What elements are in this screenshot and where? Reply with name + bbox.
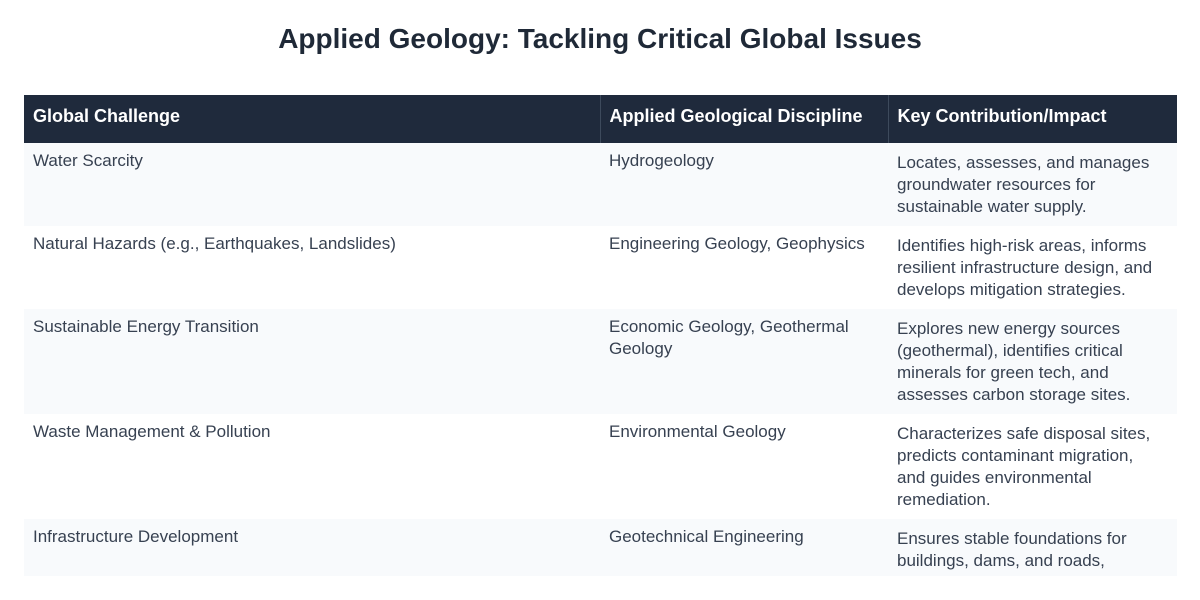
cell-challenge: Natural Hazards (e.g., Earthquakes, Land… <box>24 226 600 309</box>
cell-challenge: Infrastructure Development <box>24 519 600 576</box>
table-body: Water Scarcity Hydrogeology Locates, ass… <box>24 143 1177 576</box>
column-header-challenge: Global Challenge <box>24 95 600 143</box>
table-row: Waste Management & Pollution Environment… <box>24 414 1177 519</box>
table-header: Global Challenge Applied Geological Disc… <box>24 95 1177 143</box>
cell-discipline: Geotechnical Engineering <box>600 519 888 576</box>
cell-challenge: Waste Management & Pollution <box>24 414 600 519</box>
column-header-impact: Key Contribution/Impact <box>887 95 1177 143</box>
cell-impact: Characterizes safe disposal sites, predi… <box>888 414 1177 519</box>
cell-discipline: Environmental Geology <box>600 414 888 519</box>
table-row: Sustainable Energy Transition Economic G… <box>24 309 1177 414</box>
table-row: Infrastructure Development Geotechnical … <box>24 519 1177 576</box>
geology-issues-table: Global Challenge Applied Geological Disc… <box>24 95 1177 576</box>
header-row: Global Challenge Applied Geological Disc… <box>24 95 1177 143</box>
table-row: Water Scarcity Hydrogeology Locates, ass… <box>24 143 1177 226</box>
table-row: Natural Hazards (e.g., Earthquakes, Land… <box>24 226 1177 309</box>
table-container[interactable]: Global Challenge Applied Geological Disc… <box>24 95 1177 576</box>
column-header-discipline: Applied Geological Discipline <box>599 95 888 143</box>
cell-discipline: Engineering Geology, Geophysics <box>600 226 888 309</box>
cell-impact: Explores new energy sources (geothermal)… <box>888 309 1177 414</box>
cell-challenge: Sustainable Energy Transition <box>24 309 600 414</box>
page-title: Applied Geology: Tackling Critical Globa… <box>278 23 922 54</box>
cell-impact: Locates, assesses, and manages groundwat… <box>888 143 1177 226</box>
cell-discipline: Hydrogeology <box>600 143 888 226</box>
cell-impact: Identifies high-risk areas, informs resi… <box>888 226 1177 309</box>
cell-discipline: Economic Geology, Geothermal Geology <box>600 309 888 414</box>
cell-challenge: Water Scarcity <box>24 143 600 226</box>
cell-impact: Ensures stable foundations for buildings… <box>888 519 1177 576</box>
